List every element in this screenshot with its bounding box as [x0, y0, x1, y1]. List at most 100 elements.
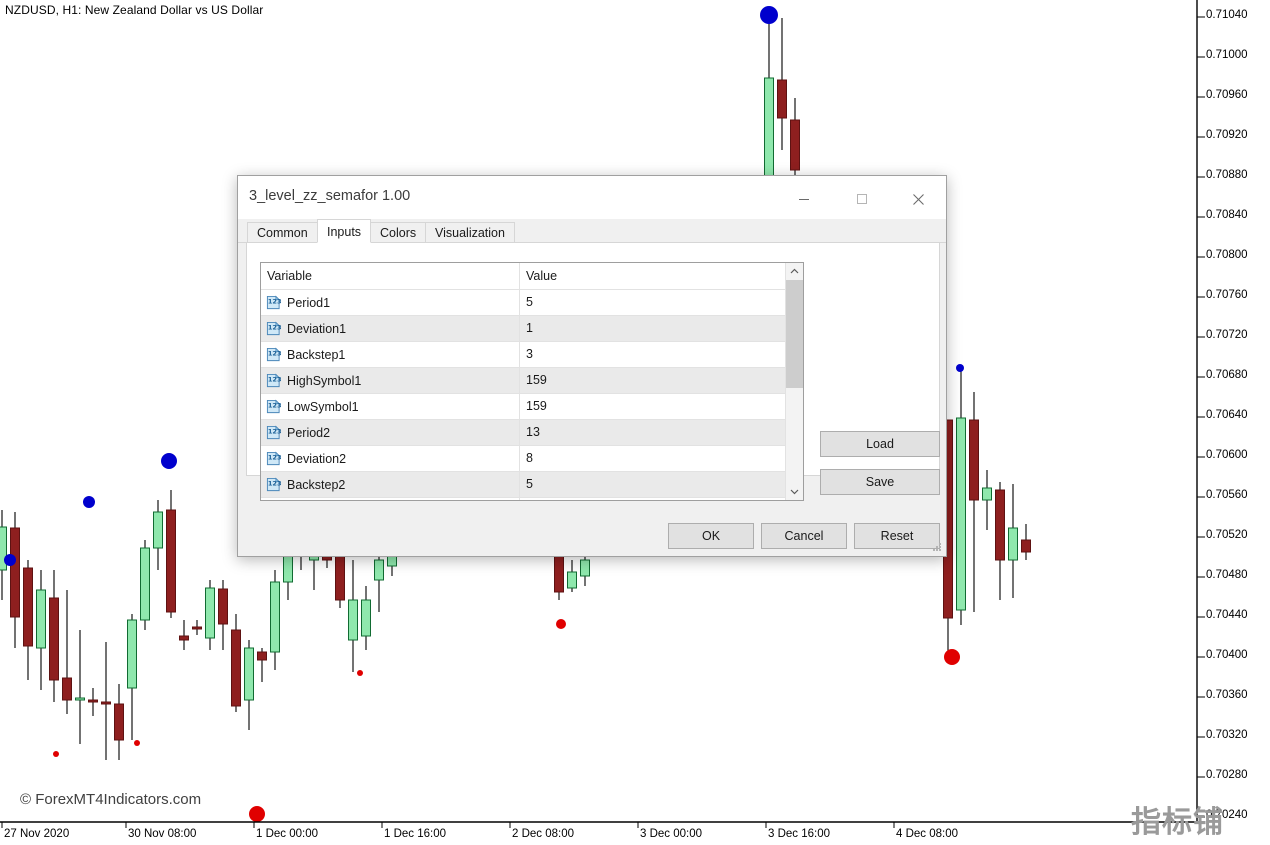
- table-row[interactable]: 123 Period2 13: [261, 420, 785, 446]
- price-tick-label: 0.70520: [1206, 529, 1248, 541]
- time-tick-label: 3 Dec 16:00: [768, 828, 831, 840]
- candlestick: [10, 512, 20, 648]
- parameter-name-cell[interactable]: 123 Period1: [261, 290, 520, 315]
- table-row[interactable]: 123 LowSymbol1 159: [261, 394, 785, 420]
- save-button[interactable]: Save: [820, 469, 940, 495]
- int-123-icon: 123: [266, 451, 281, 466]
- parameter-name: Period1: [287, 295, 331, 310]
- parameter-value-cell[interactable]: 8: [520, 446, 785, 471]
- candlestick: [790, 98, 800, 175]
- candlestick: [956, 368, 966, 625]
- dialog-titlebar[interactable]: 3_level_zz_semafor 1.00: [238, 176, 946, 220]
- load-button[interactable]: Load: [820, 431, 940, 457]
- parameter-value-cell[interactable]: 108: [520, 498, 785, 500]
- tab-visualization[interactable]: Visualization: [425, 222, 515, 242]
- reset-button[interactable]: Reset: [854, 523, 940, 549]
- semafor-low-marker: [134, 740, 140, 746]
- tab-colors[interactable]: Colors: [370, 222, 427, 242]
- tab-inputs[interactable]: Inputs: [317, 219, 372, 243]
- time-tick-label: 30 Nov 08:00: [128, 828, 197, 840]
- int-123-icon: 123: [266, 321, 281, 336]
- minimize-icon[interactable]: [781, 184, 827, 214]
- price-tick-label: 0.70600: [1206, 449, 1248, 461]
- candlestick: [567, 560, 577, 592]
- dialog-tabstrip[interactable]: Common Inputs Colors Visualization: [238, 219, 946, 243]
- table-row[interactable]: 123 HighSymbol2108: [261, 498, 785, 500]
- candlestick: [231, 614, 241, 712]
- int-123-icon: 123: [266, 425, 281, 440]
- table-row[interactable]: 123 Deviation2 8: [261, 446, 785, 472]
- scrollbar-thumb[interactable]: [786, 280, 803, 388]
- table-row[interactable]: 123 Deviation1 1: [261, 316, 785, 342]
- svg-text:123: 123: [268, 453, 281, 461]
- table-header-row: Variable Value: [261, 263, 785, 290]
- table-row[interactable]: 123 Period1 5: [261, 290, 785, 316]
- parameters-table[interactable]: Variable Value 123 Period1 5 123 Deviatio…: [260, 262, 804, 501]
- table-row[interactable]: 123 Backstep2 5: [261, 472, 785, 498]
- dialog-title: 3_level_zz_semafor 1.00: [249, 188, 411, 204]
- parameter-value-cell[interactable]: 5: [520, 472, 785, 497]
- parameter-name: Backstep1: [287, 347, 346, 362]
- maximize-icon[interactable]: [839, 184, 885, 214]
- candlestick: [0, 510, 7, 600]
- semafor-high-marker: [956, 364, 964, 372]
- parameter-value-cell[interactable]: 159: [520, 368, 785, 393]
- candlestick: [23, 560, 33, 680]
- price-tick-label: 0.70680: [1206, 369, 1248, 381]
- semafor-high-marker: [83, 496, 95, 508]
- scroll-down-icon[interactable]: [786, 483, 803, 500]
- svg-text:123: 123: [268, 401, 281, 409]
- table-row[interactable]: 123 Backstep1 3: [261, 342, 785, 368]
- svg-text:123: 123: [268, 297, 281, 305]
- parameter-name-cell[interactable]: 123 Backstep1: [261, 342, 520, 367]
- parameters-table-body[interactable]: Variable Value 123 Period1 5 123 Deviatio…: [261, 263, 785, 500]
- price-tick-label: 0.70880: [1206, 169, 1248, 181]
- indicator-properties-dialog[interactable]: 3_level_zz_semafor 1.00 Common Inputs Colo…: [237, 175, 947, 557]
- int-123-icon: 123: [266, 373, 281, 388]
- price-tick-label: 0.70960: [1206, 89, 1248, 101]
- parameter-name-cell[interactable]: 123 HighSymbol1: [261, 368, 520, 393]
- close-icon[interactable]: [895, 184, 941, 214]
- parameter-name-cell[interactable]: 123 Deviation2: [261, 446, 520, 471]
- semafor-high-marker: [760, 6, 778, 24]
- scroll-up-icon[interactable]: [786, 263, 803, 280]
- candlestick: [270, 570, 280, 670]
- price-tick-label: 0.70400: [1206, 649, 1248, 661]
- parameter-name-cell[interactable]: 123 Backstep2: [261, 472, 520, 497]
- parameter-name-cell[interactable]: 123 Deviation1: [261, 316, 520, 341]
- time-tick-label: 2 Dec 08:00: [512, 828, 575, 840]
- ok-button[interactable]: OK: [668, 523, 754, 549]
- parameter-name-cell[interactable]: 123 HighSymbol2: [261, 498, 520, 500]
- semafor-low-marker: [944, 649, 960, 665]
- candlestick: [88, 688, 98, 716]
- candlestick: [153, 500, 163, 570]
- table-row[interactable]: 123 HighSymbol1 159: [261, 368, 785, 394]
- candlestick: [348, 560, 358, 672]
- semafor-high-marker: [161, 453, 177, 469]
- candlestick: [995, 482, 1005, 600]
- candlestick: [777, 18, 787, 150]
- int-123-icon: 123: [266, 347, 281, 362]
- semafor-low-marker: [53, 751, 59, 757]
- parameter-value-cell[interactable]: 13: [520, 420, 785, 445]
- cancel-button[interactable]: Cancel: [761, 523, 847, 549]
- parameter-value-cell[interactable]: 1: [520, 316, 785, 341]
- copyright-watermark: © ForexMT4Indicators.com: [20, 791, 202, 808]
- candlestick: [166, 490, 176, 618]
- time-tick-label: 1 Dec 00:00: [256, 828, 319, 840]
- resize-grip-icon[interactable]: [931, 541, 944, 554]
- price-tick-label: 0.71040: [1206, 9, 1248, 21]
- price-tick-label: 0.70360: [1206, 689, 1248, 701]
- parameter-value-cell[interactable]: 3: [520, 342, 785, 367]
- parameter-value-cell[interactable]: 159: [520, 394, 785, 419]
- parameter-name-cell[interactable]: 123 Period2: [261, 420, 520, 445]
- candlestick: [114, 684, 124, 760]
- candlestick: [1021, 524, 1031, 560]
- parameter-name-cell[interactable]: 123 LowSymbol1: [261, 394, 520, 419]
- price-tick-label: 0.71000: [1206, 49, 1248, 61]
- svg-text:123: 123: [268, 375, 281, 383]
- tab-common[interactable]: Common: [247, 222, 318, 242]
- table-scrollbar[interactable]: [785, 263, 803, 500]
- semafor-low-marker: [249, 806, 265, 822]
- parameter-value-cell[interactable]: 5: [520, 290, 785, 315]
